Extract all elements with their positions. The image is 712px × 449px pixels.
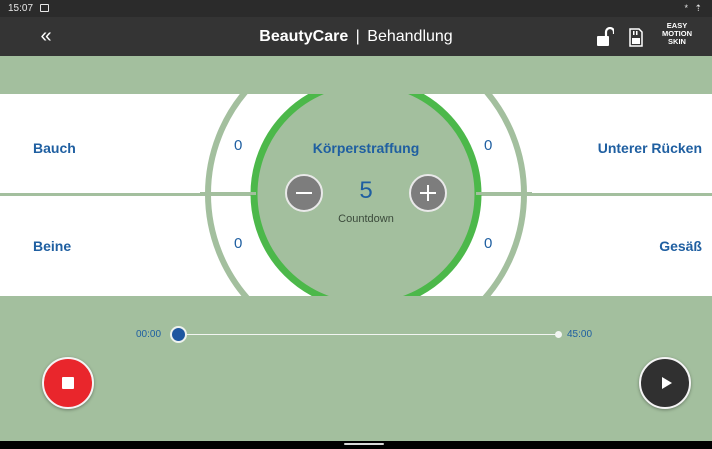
app-bar: BeautyCare | Behandlung « EASY MOTION SK… [0,17,712,56]
countdown-value: 5 [359,177,373,204]
status-time: 15:07 [8,3,34,14]
image-notification-icon [40,4,49,12]
bluetooth-wifi-icons: * ⇡ [684,3,704,13]
zone-gesaess[interactable]: Gesäß [600,238,702,254]
minus-icon [296,192,312,194]
zone-unterer-ruecken[interactable]: Unterer Rücken [558,140,702,156]
home-handle[interactable] [344,443,384,445]
brand-name: BeautyCare [259,28,349,45]
zone-beine[interactable]: Beine [33,238,71,254]
easy-motion-skin-logo: EASY MOTION SKIN [660,22,694,52]
progress-end-dot [555,331,562,338]
program-name[interactable]: Körperstraffung [266,140,466,156]
unlock-icon[interactable] [596,27,614,47]
stop-icon [62,377,74,389]
increase-button[interactable] [409,174,447,212]
sd-card-icon[interactable] [628,26,644,48]
zone-unterer-ruecken-value: 0 [484,137,493,154]
progress-track[interactable] [178,334,560,335]
zone-beine-value: 0 [234,235,243,252]
total-time: 45:00 [567,329,593,340]
logo-line-3: SKIN [668,37,686,46]
status-bar: 15:07 * ⇡ [0,0,712,17]
countdown-label: Countdown [338,213,394,225]
stop-button[interactable] [42,357,94,409]
play-button[interactable] [639,357,691,409]
system-nav-bar [0,441,712,449]
double-chevron-left-icon[interactable]: « [34,23,58,49]
zone-gesaess-value: 0 [484,235,493,252]
elapsed-time: 00:00 [136,329,162,340]
zone-bauch-value: 0 [234,137,243,154]
treatment-screen: 15:07 * ⇡ BeautyCare | Behandlung « EASY… [0,0,712,449]
decrease-button[interactable] [285,174,323,212]
title-separator: | [355,28,360,45]
progress-slider-handle[interactable] [169,326,187,343]
screen-name: Behandlung [367,28,453,45]
play-icon [662,377,672,389]
zone-bauch[interactable]: Bauch [33,140,76,156]
plus-icon-v [427,185,429,201]
